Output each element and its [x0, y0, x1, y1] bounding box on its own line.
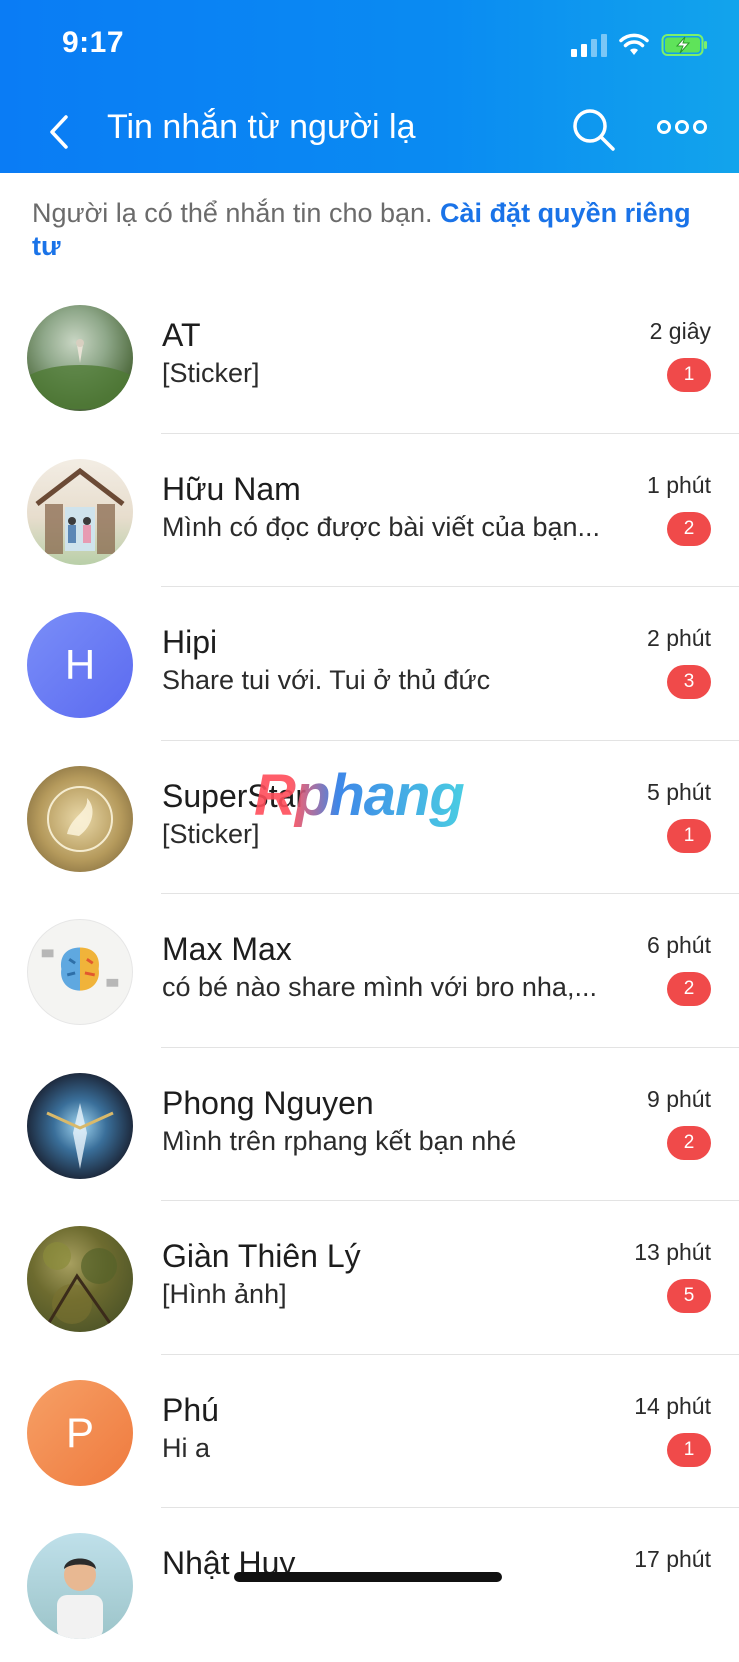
message-time: 6 phút [647, 932, 711, 958]
conversation-list: AT [Sticker] 2 giây 1 Hữu Nam Mình có đọ… [0, 280, 739, 1662]
message-preview: [Hình ảnh] [162, 1279, 287, 1309]
more-options-icon[interactable] [657, 114, 707, 144]
unread-badge: 5 [667, 1279, 711, 1313]
message-preview: có bé nào share mình với bro nha,... [162, 972, 597, 1002]
contact-name: Phong Nguyen [162, 1084, 374, 1121]
status-time: 9:17 [62, 26, 125, 59]
page-title: Tin nhắn từ người lạ [107, 108, 416, 146]
unread-badge: 2 [667, 972, 711, 1006]
unread-badge: 2 [667, 511, 711, 546]
contact-name: Hipi [162, 624, 218, 660]
conversation-row[interactable]: H Hipi Share tui với. Tui ở thủ đức 2 ph… [0, 587, 739, 741]
wifi-icon [619, 33, 649, 55]
avatar [27, 1072, 133, 1179]
app-header: 9:17 Tin nhắn từ người lạ [0, 0, 739, 173]
status-icons [571, 30, 709, 60]
avatar [27, 919, 133, 1025]
conversation-row[interactable]: Giàn Thiên Lý [Hình ảnh] 13 phút 5 [0, 1201, 739, 1355]
privacy-notice: Người lạ có thể nhắn tin cho bạn. Cài đặ… [32, 197, 712, 263]
contact-name: Giàn Thiên Lý [162, 1238, 361, 1274]
message-time: 1 phút [647, 471, 711, 498]
signal-icon [571, 33, 607, 57]
unread-badge: 3 [667, 665, 711, 699]
message-preview: Hi a [162, 1432, 211, 1463]
unread-badge: 2 [667, 1125, 711, 1160]
conversation-row[interactable]: Nhật Huy 17 phút [0, 1508, 739, 1662]
message-time: 17 phút [634, 1546, 711, 1572]
avatar: P [27, 1379, 133, 1486]
back-chevron-icon[interactable] [40, 108, 80, 156]
conversation-row[interactable]: Max Max có bé nào share mình với bro nha… [0, 894, 739, 1048]
avatar [27, 305, 133, 411]
contact-name: Hữu Nam [162, 470, 301, 507]
privacy-notice-text: Người lạ có thể nhắn tin cho bạn. [32, 198, 441, 228]
message-time: 13 phút [634, 1239, 711, 1265]
message-time: 9 phút [647, 1085, 711, 1112]
conversation-row[interactable]: AT [Sticker] 2 giây 1 [0, 280, 739, 434]
message-time: 5 phút [647, 778, 711, 805]
message-preview: [Sticker] [162, 358, 260, 388]
avatar [27, 1226, 133, 1332]
unread-badge: 1 [667, 818, 711, 853]
contact-name: AT [162, 317, 201, 353]
conversation-row[interactable]: Hữu Nam Mình có đọc được bài viết của bạ… [0, 434, 739, 587]
home-indicator [234, 1572, 502, 1582]
unread-badge: 1 [667, 358, 711, 392]
conversation-row[interactable]: P Phú Hi a 14 phút 1 [0, 1355, 739, 1508]
conversation-row[interactable]: SuperStar [Sticker] 5 phút 1 [0, 741, 739, 894]
message-preview: [Sticker] [162, 818, 260, 849]
avatar: H [27, 612, 133, 718]
message-preview: Mình trên rphang kết bạn nhé [162, 1125, 517, 1156]
unread-badge: 1 [667, 1432, 711, 1467]
contact-name: SuperStar [162, 777, 307, 814]
avatar [27, 1533, 133, 1639]
conversation-row[interactable]: Phong Nguyen Mình trên rphang kết bạn nh… [0, 1048, 739, 1201]
avatar [27, 458, 133, 565]
avatar-initial: P [65, 1408, 94, 1456]
message-time: 2 phút [647, 625, 711, 651]
contact-name: Max Max [162, 931, 292, 967]
message-time: 2 giây [649, 318, 711, 344]
battery-charging-icon [661, 34, 707, 56]
message-preview: Mình có đọc được bài viết của bạn... [162, 511, 601, 542]
message-preview: Share tui với. Tui ở thủ đức [162, 665, 491, 695]
avatar-initial: H [64, 641, 96, 688]
contact-name: Phú [162, 1391, 219, 1428]
search-icon[interactable] [570, 106, 618, 154]
avatar [27, 765, 133, 872]
message-time: 14 phút [634, 1392, 711, 1419]
